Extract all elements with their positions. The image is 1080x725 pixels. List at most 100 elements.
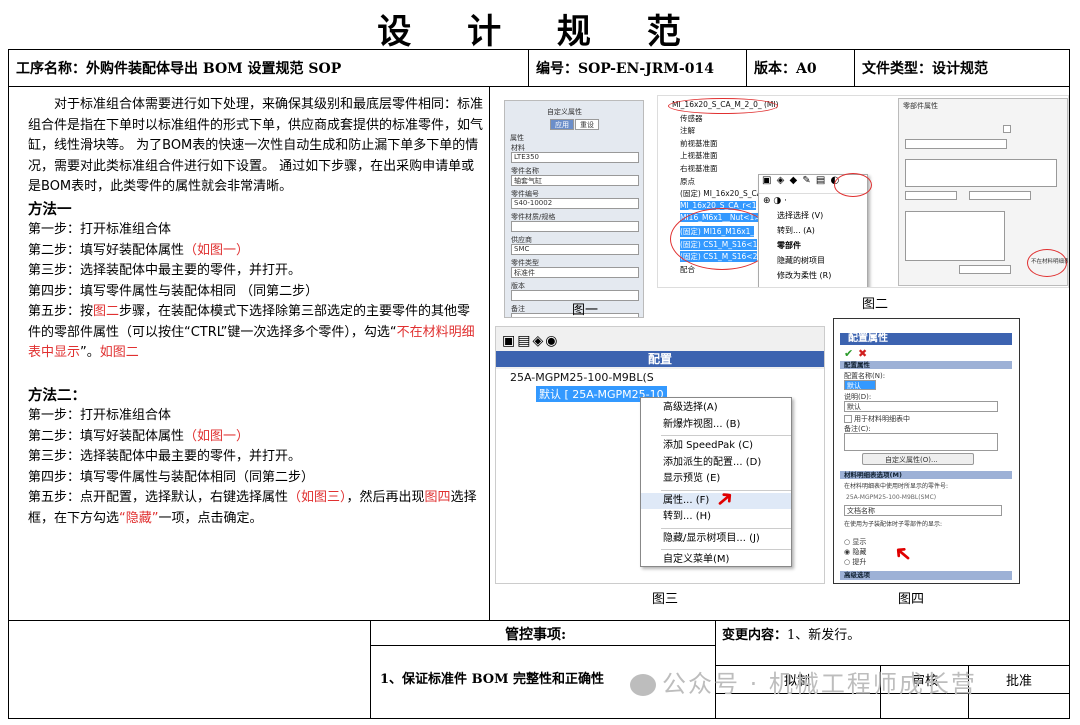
- figure1-caption: 图一: [572, 303, 599, 318]
- fig2-tree-item[interactable]: 前视基准面: [680, 138, 718, 149]
- fig2-tree-item[interactable]: 右视基准面: [680, 163, 718, 174]
- fig3-context-menu: 高级选择(A) 新爆炸视图... (B) 添加 SpeedPak (C) 添加派生的配…: [640, 397, 792, 567]
- fig3-menu-item[interactable]: 自定义菜单(M): [641, 552, 791, 569]
- fig3-tree-root[interactable]: 25A-MGPM25-100-M9BL(S: [510, 371, 654, 384]
- fig1-reset-button[interactable]: 重设: [575, 119, 599, 130]
- red-arrow-icon: ➜: [888, 537, 919, 570]
- divider: [746, 49, 747, 87]
- fig4-bom-checkbox-label: 用于材料明细表中: [854, 415, 910, 423]
- fig3-menu-item[interactable]: 显示预览 (E): [641, 471, 791, 488]
- process-name: 工序名称：外购件装配体导出 BOM 设置规范 SOP: [8, 49, 528, 87]
- doc-code: 编号：SOP-EN-JRM-014: [528, 49, 746, 87]
- step: 第四步：填写零件属性与装配体相同（同第二步）: [28, 469, 315, 485]
- fig2-tree-item[interactable]: 原点: [680, 176, 695, 187]
- fig4-bom-checkbox[interactable]: [844, 415, 852, 423]
- fig2-menu-item[interactable]: 选择选择 (V): [775, 208, 867, 223]
- fig2-tree-item[interactable]: 上视基准面: [680, 150, 718, 161]
- doc-type: 文件类型：设计规范: [854, 49, 1070, 87]
- figure3-caption: 图三: [652, 592, 679, 607]
- dialog-field[interactable]: [905, 139, 1007, 149]
- fig2-menu-item[interactable]: 转到... (A): [775, 223, 867, 238]
- control-label: 管控事项:: [505, 627, 567, 643]
- divider: [370, 620, 371, 719]
- dialog-field[interactable]: [905, 159, 1057, 187]
- fig4-desc-input[interactable]: 默认: [844, 401, 998, 412]
- step: 第五步：按图二步骤，在装配体模式下选择除第三部选定的主要零件的其他零件的零部件属…: [28, 304, 475, 360]
- fig2-menu-item[interactable]: 隐藏的树项目: [775, 253, 867, 268]
- fig1-field-input[interactable]: LTE350: [511, 152, 639, 163]
- dialog-check[interactable]: [1003, 125, 1011, 133]
- fig4-comment-input[interactable]: [844, 433, 998, 451]
- fig4-bom-text: 在材料明细表中使用时所显示的零件号:: [844, 483, 949, 490]
- dialog-list[interactable]: [905, 211, 1005, 261]
- step: 第五步：点开配置，选择默认，右键选择属性（如图三），然后再出现图四选择框，在下方…: [28, 490, 477, 526]
- fig1-field-input[interactable]: 标准件: [511, 267, 639, 278]
- watermark: 公众号 · 机械工程师成长营: [630, 664, 977, 699]
- fig1-field-input[interactable]: SMC: [511, 244, 639, 255]
- fig3-menu-item[interactable]: 新爆炸视图... (B): [641, 417, 791, 434]
- ok-icon[interactable]: ✔: [844, 347, 853, 360]
- intro-paragraph: 对于标准组合体需要进行如下处理，来确保其级别和最底层零件相同：标准组合件是指在下…: [28, 97, 484, 194]
- fig2-dialog: 零部件属性 不在材料明细表中显示: [898, 98, 1068, 286]
- divider: [528, 49, 529, 87]
- fig4-name-input[interactable]: 默认: [844, 380, 876, 390]
- fig4-bom-value: 25A-MGPM25-100-M9BL(SMC): [846, 494, 937, 501]
- fig4-sec1: 配置属性: [840, 361, 1012, 369]
- body-text: 对于标准组合体需要进行如下处理，来确保其级别和最底层零件相同：标准组合件是指在下…: [28, 95, 483, 529]
- fig1-field-input[interactable]: 轴套气缸: [511, 175, 639, 186]
- fig1-apply-button[interactable]: 应用: [550, 119, 574, 130]
- change-content: 变更内容：1、新发行。: [722, 628, 861, 643]
- highlight-ellipse: [668, 98, 778, 114]
- step: 第三步：选择装配体中最主要的零件，并打开。: [28, 263, 302, 278]
- dialog-field[interactable]: [905, 191, 957, 200]
- fig4-sec3: 高级选项: [840, 571, 1012, 580]
- approved-label: 批准: [1006, 674, 1033, 689]
- figure4-screenshot: 配置属性 ✔ ✖ 配置属性 配置名称(N): 默认 说明(D): 默认 用于材料…: [833, 318, 1020, 584]
- fig3-tab-icons[interactable]: ▣▤◈◉: [502, 333, 559, 349]
- figure2-screenshot: MI_16x20_S_CA_M_2_0_ (MI) 传感器 注解 前视基准面 上视基准面…: [657, 95, 1069, 288]
- fig3-menu-item[interactable]: 高级选择(A): [641, 400, 791, 417]
- control-item: 1、保证标准件 BOM 完整性和正确性: [380, 672, 605, 687]
- figure1-screenshot: 自定义属性 应用 重设 属性 材料 LTE350 零件名称 轴套气缸 零件编号 S40-1…: [504, 100, 644, 318]
- method1-heading: 方法一: [28, 200, 72, 218]
- fig1-field-input[interactable]: S40-10002: [511, 198, 639, 209]
- fig4-doc-name-select[interactable]: 文档名称: [844, 505, 1002, 516]
- fig3-menu-item[interactable]: 添加 SpeedPak (C): [641, 438, 791, 455]
- fig4-radio-promote[interactable]: ○ 提升: [844, 557, 866, 567]
- fig2-tree-item[interactable]: 传感器: [680, 113, 703, 124]
- divider: [489, 87, 490, 620]
- doc-version: 版本：A0: [746, 49, 854, 87]
- figure2-caption: 图二: [862, 297, 889, 312]
- fig4-sec2: 材料明细表选项(M): [840, 471, 1012, 479]
- fig2-menu-item[interactable]: 修改为柔性 (R): [775, 268, 867, 283]
- fig3-menu-item[interactable]: 添加派生的配置... (D): [641, 455, 791, 472]
- fig2-dialog-checkbox-label: 不在材料明细表中显示: [1031, 259, 1069, 265]
- fig3-menu-item[interactable]: 隐藏/显示树项目... (J): [641, 531, 791, 548]
- wechat-icon: [630, 674, 656, 696]
- fig4-custom-props-button[interactable]: 自定义属性(O)...: [862, 453, 974, 465]
- figure3-screenshot: ▣▤◈◉ 配置 25A-MGPM25-100-M9BL(S 默认 [ 25A-M…: [495, 326, 825, 584]
- step: 第二步：填写好装配体属性（如图一）: [28, 428, 250, 444]
- divider: [854, 49, 855, 87]
- fig1-panel-title: 自定义属性: [547, 108, 582, 116]
- fig2-tree-item[interactable]: 注解: [680, 125, 695, 136]
- fig2-tree-item[interactable]: 配合: [680, 264, 695, 275]
- fig4-radio-hide[interactable]: ◉ 隐藏: [844, 547, 866, 557]
- step: 第一步：打开标准组合体: [28, 222, 172, 237]
- step: 第四步：填写零件属性与装配体相同 （同第二步）: [28, 283, 319, 299]
- dialog-field[interactable]: [959, 265, 1011, 274]
- fig1-field-input[interactable]: [511, 221, 639, 232]
- fig4-title: 配置属性: [840, 333, 1012, 345]
- fig1-props-label: 属性: [510, 134, 524, 142]
- fig2-menu-item[interactable]: 零部件: [775, 238, 867, 253]
- divider: [8, 620, 1070, 621]
- highlight-ellipse: [834, 173, 872, 197]
- step: 第二步：填写好装配体属性（如图一）: [28, 242, 250, 258]
- step: 第一步：打开标准组合体: [28, 408, 172, 423]
- fig4-sub-text: 在使用为子装配体时子零部件的显示:: [844, 521, 943, 528]
- dialog-field[interactable]: [969, 191, 1031, 200]
- page-title: 设 计 规 范: [377, 12, 703, 52]
- fig3-menu-item[interactable]: 转到... (H): [641, 509, 791, 526]
- fig4-radio-show[interactable]: ○ 显示: [844, 537, 866, 547]
- cancel-icon[interactable]: ✖: [858, 347, 867, 360]
